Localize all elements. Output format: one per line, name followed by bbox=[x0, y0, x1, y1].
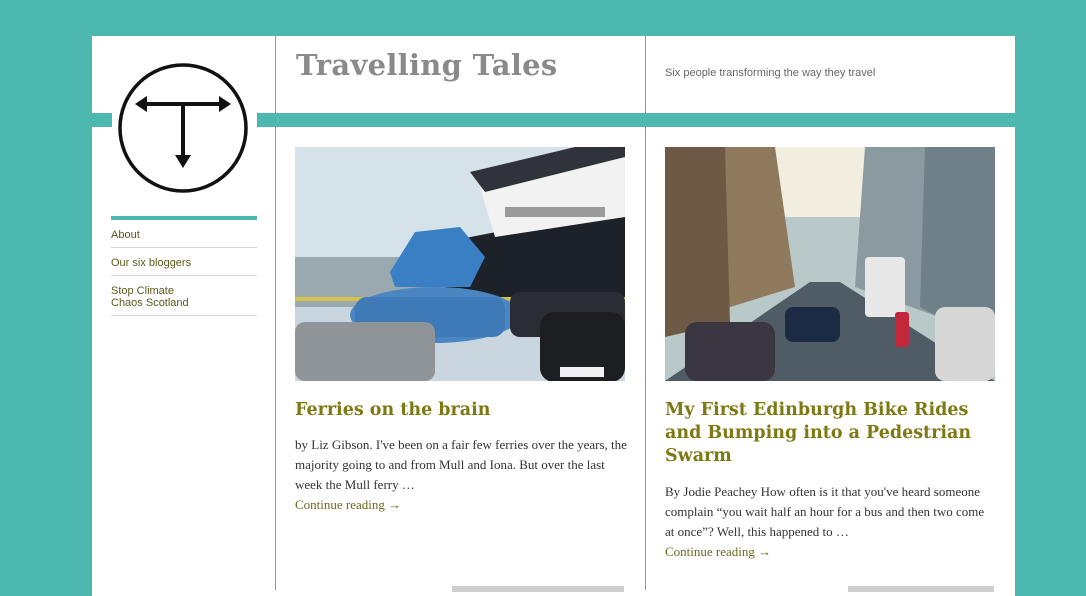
post-image-ferry[interactable] bbox=[295, 147, 625, 381]
post-excerpt: by Liz Gibson. I've been on a fair few f… bbox=[295, 435, 627, 515]
site-title[interactable]: Travelling Tales bbox=[296, 48, 558, 82]
divider bbox=[645, 36, 646, 113]
excerpt-text: by Liz Gibson. I've been on a fair few f… bbox=[295, 437, 627, 492]
sidebar-item-about[interactable]: About bbox=[111, 220, 257, 248]
post-image-street[interactable] bbox=[665, 147, 995, 381]
site-logo-icon[interactable] bbox=[113, 58, 253, 198]
post-title[interactable]: Ferries on the brain bbox=[295, 399, 625, 422]
sidebar-item-stop-climate-chaos[interactable]: Stop Climate Chaos Scotland bbox=[111, 276, 257, 316]
site-tagline: Six people transforming the way they tra… bbox=[665, 67, 876, 79]
excerpt-text: By Jodie Peachey How often is it that yo… bbox=[665, 484, 985, 539]
divider bbox=[275, 36, 276, 113]
header-band bbox=[257, 113, 1015, 127]
divider bbox=[645, 127, 646, 590]
divider bbox=[275, 127, 276, 590]
post-meta bbox=[848, 586, 994, 592]
continue-reading-link[interactable]: Continue reading → bbox=[665, 542, 995, 562]
post-excerpt: By Jodie Peachey How often is it that yo… bbox=[665, 482, 995, 562]
continue-reading-link[interactable]: Continue reading → bbox=[295, 495, 627, 515]
post-title[interactable]: My First Edinburgh Bike Rides and Bumpin… bbox=[665, 399, 995, 468]
header-band bbox=[92, 113, 112, 127]
sidebar-nav: About Our six bloggers Stop Climate Chao… bbox=[111, 216, 257, 316]
post-meta bbox=[452, 586, 624, 592]
sidebar-item-bloggers[interactable]: Our six bloggers bbox=[111, 248, 257, 276]
